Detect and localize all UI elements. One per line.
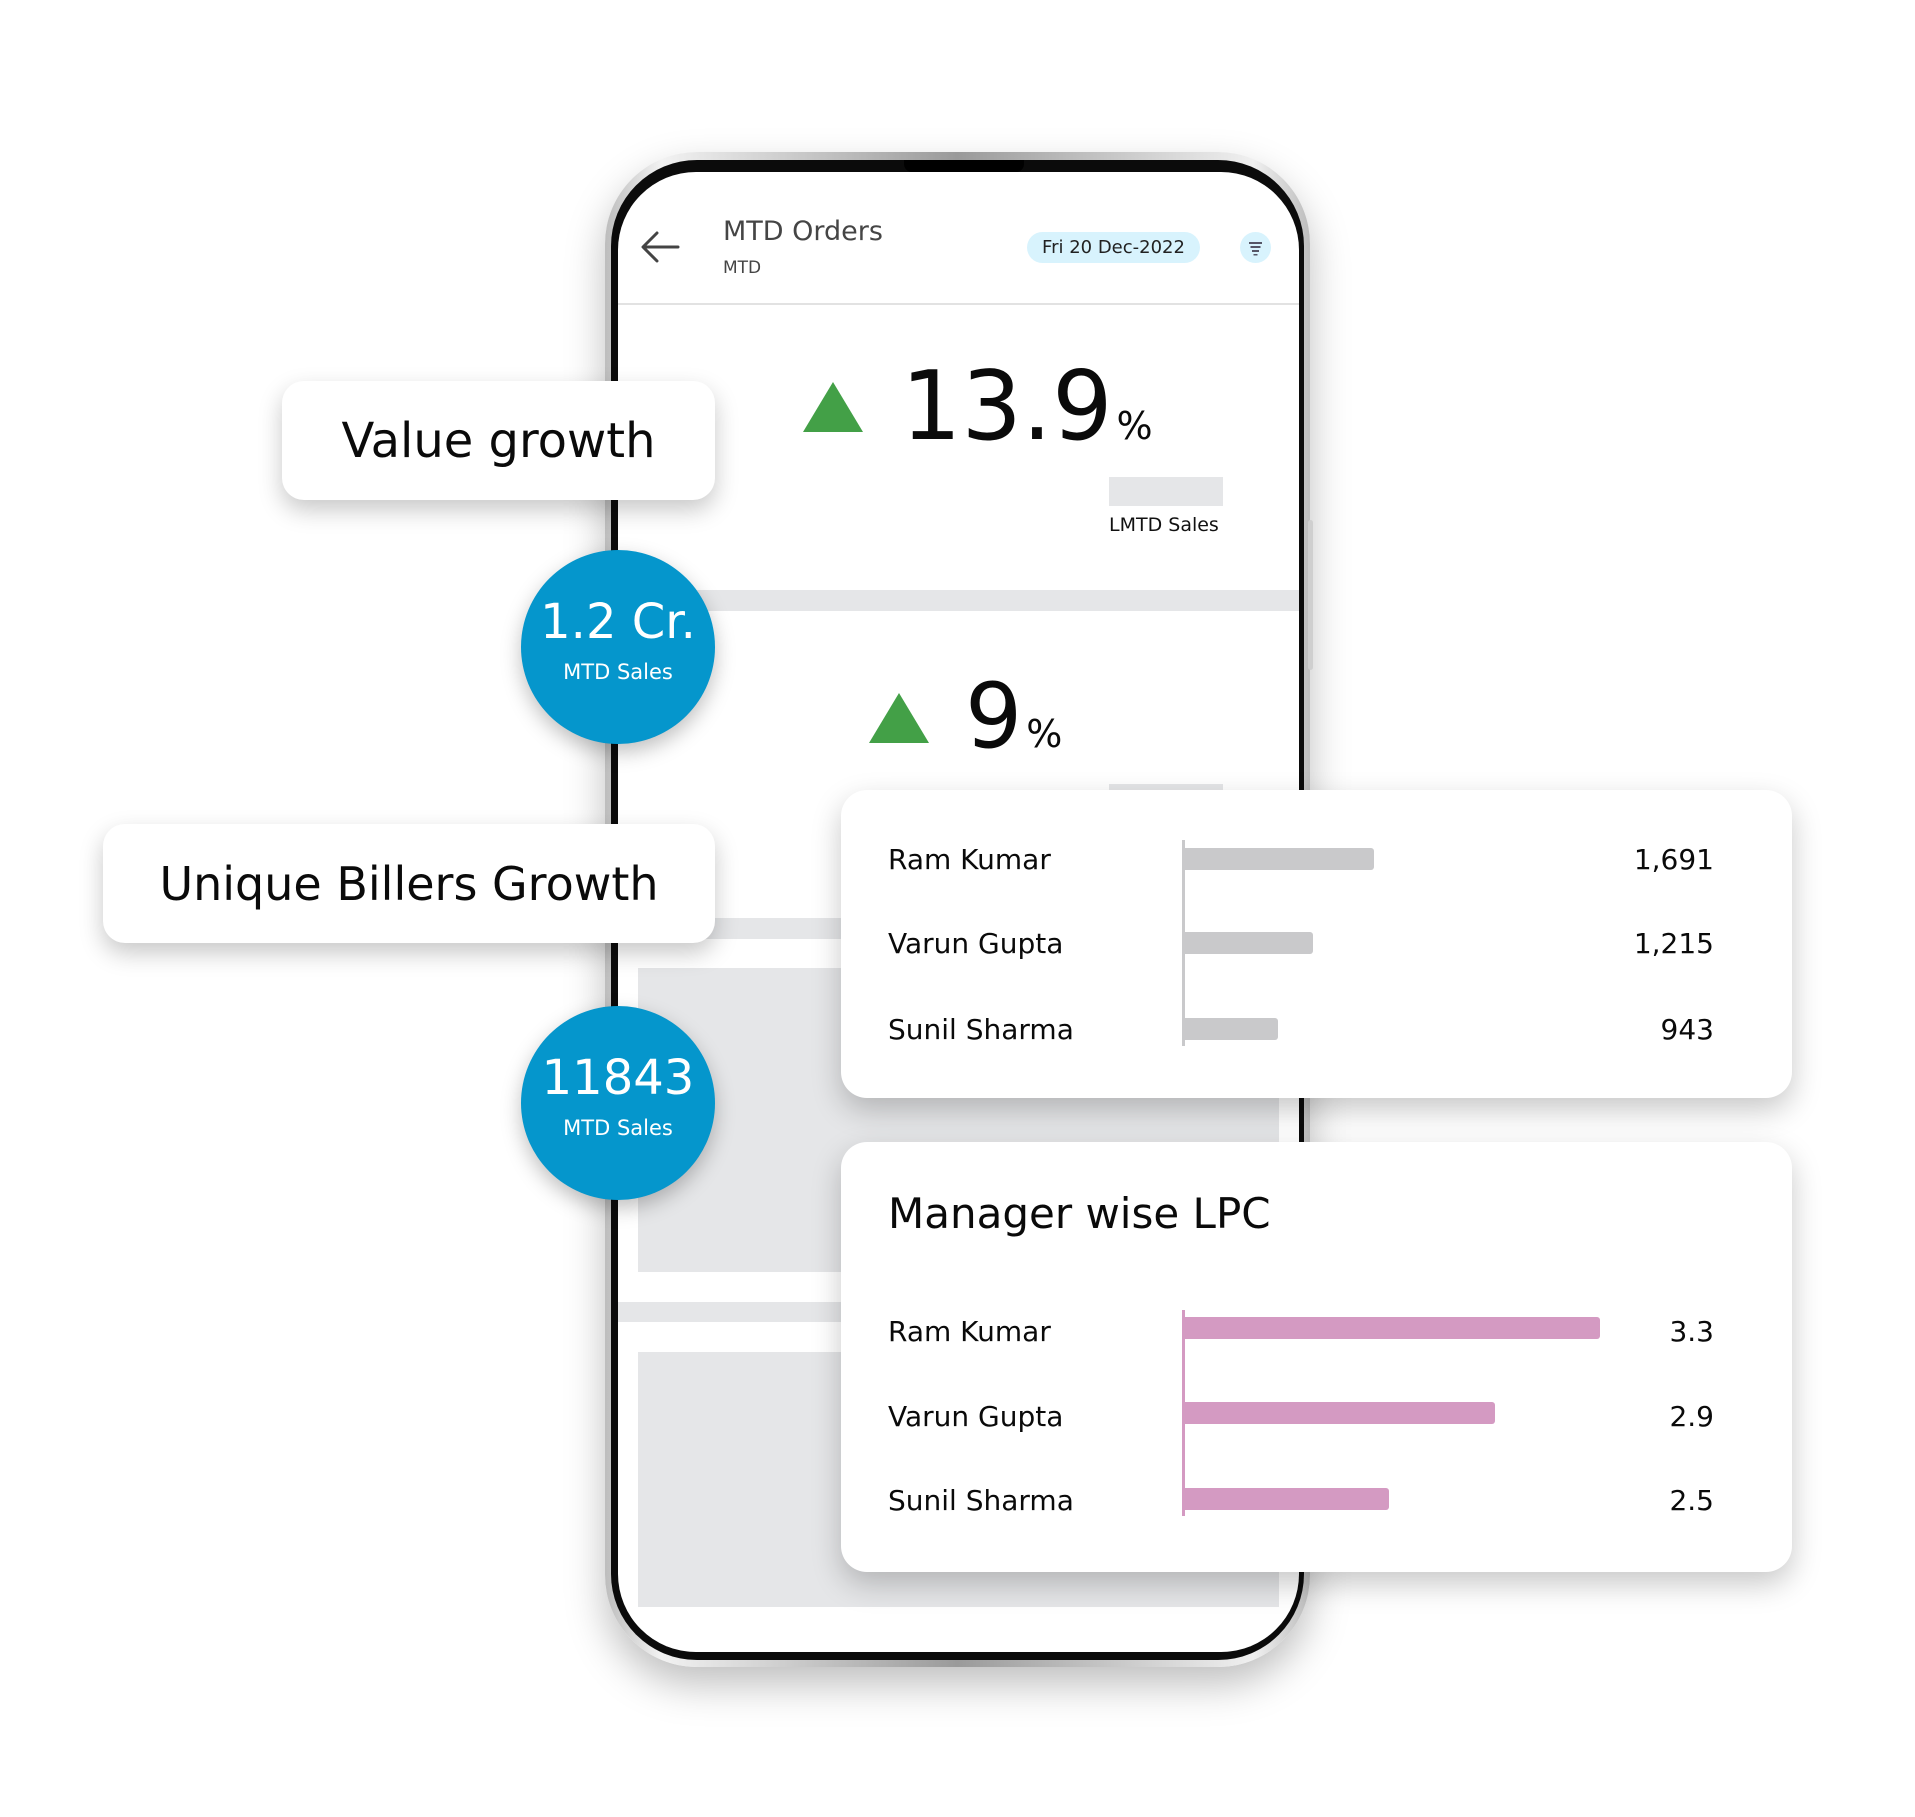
value-growth-number: 13.9 — [901, 352, 1113, 462]
category-label: Ram Kumar — [888, 843, 1051, 876]
date-picker-button[interactable]: Fri 20 Dec-2022 — [1027, 232, 1200, 263]
bubble-label: MTD Sales — [563, 1116, 673, 1140]
card-title: Manager wise LPC — [888, 1189, 1271, 1238]
bar-ram-kumar — [1185, 1317, 1601, 1339]
manager-lpc-card: Manager wise LPC Ram Kumar Varun Gupta S… — [841, 1142, 1792, 1572]
value-growth-stat: 13.9% — [901, 360, 1153, 455]
page-subtitle: MTD — [723, 258, 762, 278]
mtd-sales-bubble: 1.2 Cr. MTD Sales — [521, 550, 715, 744]
bar-ram-kumar — [1185, 848, 1374, 870]
bubble-value: 1.2 Cr. — [540, 594, 696, 650]
header-divider — [618, 303, 1299, 305]
lmtd-legend-label: LMTD Sales — [1109, 514, 1219, 536]
value-growth-unit: % — [1116, 404, 1153, 448]
value-label: 2.5 — [1669, 1484, 1714, 1517]
bar-varun-gupta — [1185, 1402, 1495, 1424]
bar-sunil-sharma — [1185, 1018, 1278, 1040]
billers-by-manager-card: Ram Kumar Varun Gupta Sunil Sharma 1,691… — [841, 790, 1792, 1098]
unique-billers-callout: Unique Billers Growth — [103, 824, 715, 943]
category-label: Varun Gupta — [888, 1400, 1064, 1433]
phone-notch — [904, 160, 1024, 172]
category-label: Ram Kumar — [888, 1315, 1051, 1348]
callout-label: Value growth — [341, 412, 656, 469]
category-label: Sunil Sharma — [888, 1484, 1074, 1517]
billers-growth-unit: % — [1026, 712, 1063, 756]
page-title: MTD Orders — [723, 216, 883, 247]
value-label: 3.3 — [1669, 1315, 1714, 1348]
bubble-value: 11843 — [541, 1050, 695, 1106]
phone-side-button — [1308, 520, 1313, 670]
bubble-label: MTD Sales — [563, 660, 673, 684]
billers-growth-stat: 9% — [965, 672, 1062, 762]
arrow-left-icon[interactable] — [640, 230, 680, 264]
callout-label: Unique Billers Growth — [159, 856, 659, 911]
billers-growth-number: 9 — [965, 664, 1023, 769]
value-growth-callout: Value growth — [282, 381, 715, 500]
filter-button[interactable] — [1240, 232, 1271, 263]
bar-varun-gupta — [1185, 932, 1313, 954]
value-label: 2.9 — [1669, 1400, 1714, 1433]
trend-up-icon — [869, 693, 929, 743]
value-label: 943 — [1660, 1013, 1714, 1046]
trend-up-icon — [803, 382, 863, 432]
value-label: 1,691 — [1633, 843, 1714, 876]
category-label: Varun Gupta — [888, 927, 1064, 960]
bar-sunil-sharma — [1185, 1488, 1389, 1510]
category-label: Sunil Sharma — [888, 1013, 1074, 1046]
mtd-billers-bubble: 11843 MTD Sales — [521, 1006, 715, 1200]
filter-icon — [1249, 242, 1262, 256]
value-label: 1,215 — [1633, 927, 1714, 960]
section-divider — [618, 590, 1299, 611]
lmtd-legend-swatch — [1109, 477, 1223, 506]
